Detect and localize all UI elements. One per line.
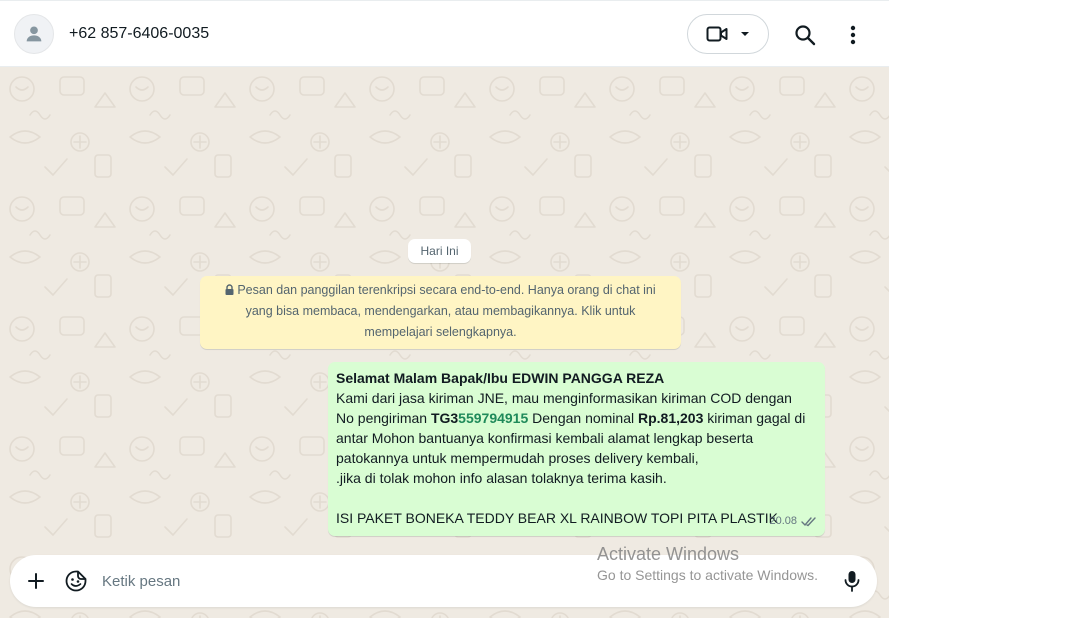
chevron-down-icon (741, 32, 749, 36)
message-input[interactable] (102, 568, 822, 594)
message-line-3: No pengiriman TG3559794915 Dengan nomina… (336, 410, 806, 426)
sticker-icon (65, 570, 87, 592)
message-time: 20.08 (769, 515, 797, 527)
video-call-button[interactable] (687, 14, 769, 54)
message-line-7 (336, 488, 817, 508)
encryption-notice-text-3: mempelajari selengkapnya. (364, 325, 517, 339)
outgoing-message[interactable]: Selamat Malam Bapak/Ibu EDWIN PANGGA REZ… (328, 362, 825, 536)
contact-avatar[interactable] (14, 14, 54, 54)
menu-button[interactable] (840, 21, 866, 49)
video-camera-icon (706, 26, 728, 42)
search-icon (795, 25, 816, 46)
more-vertical-icon (850, 25, 856, 45)
chat-header: +62 857-6406-0035 (0, 0, 889, 67)
plus-icon (28, 573, 44, 589)
contact-name[interactable]: +62 857-6406-0035 (69, 25, 209, 43)
sticker-button[interactable] (64, 569, 88, 593)
message-line-2: Kami dari jasa kiriman JNE, mau menginfo… (336, 390, 792, 406)
message-line-8: ISI PAKET BONEKA TEDDY BEAR XL RAINBOW T… (336, 510, 778, 526)
message-line-4: antar Mohon bantuanya konfirmasi kembali… (336, 430, 754, 446)
encryption-notice[interactable]: Pesan dan panggilan terenkripsi secara e… (200, 276, 681, 349)
message-line-1: Selamat Malam Bapak/Ibu EDWIN PANGGA REZ… (336, 370, 665, 386)
voice-message-button[interactable] (840, 569, 864, 593)
message-line-5: patokannya untuk mempermudah proses deli… (336, 450, 699, 466)
encryption-notice-text-1: Pesan dan panggilan terenkripsi secara e… (237, 283, 656, 297)
lock-icon (225, 284, 234, 295)
encryption-notice-line: Pesan dan panggilan terenkripsi secara e… (218, 280, 663, 301)
message-line-6: .jika di tolak mohon info alasan tolakny… (336, 470, 667, 486)
date-separator: Hari Ini (408, 239, 471, 263)
encryption-notice-text-2: yang bisa membaca, mendengarkan, atau me… (245, 304, 636, 318)
microphone-icon (844, 571, 860, 592)
message-meta: 20.08 (769, 511, 817, 531)
double-check-icon (801, 516, 816, 526)
attach-button[interactable] (24, 569, 48, 593)
composer (10, 555, 877, 607)
person-icon (26, 26, 42, 42)
message-list[interactable]: Hari Ini Pesan dan panggilan terenkripsi… (0, 67, 889, 618)
tracking-number-link[interactable]: 559794915 (458, 410, 528, 426)
search-button[interactable] (791, 21, 819, 49)
chat-window: +62 857-6406-0035 Hari Ini Pesan dan pan… (0, 0, 889, 618)
